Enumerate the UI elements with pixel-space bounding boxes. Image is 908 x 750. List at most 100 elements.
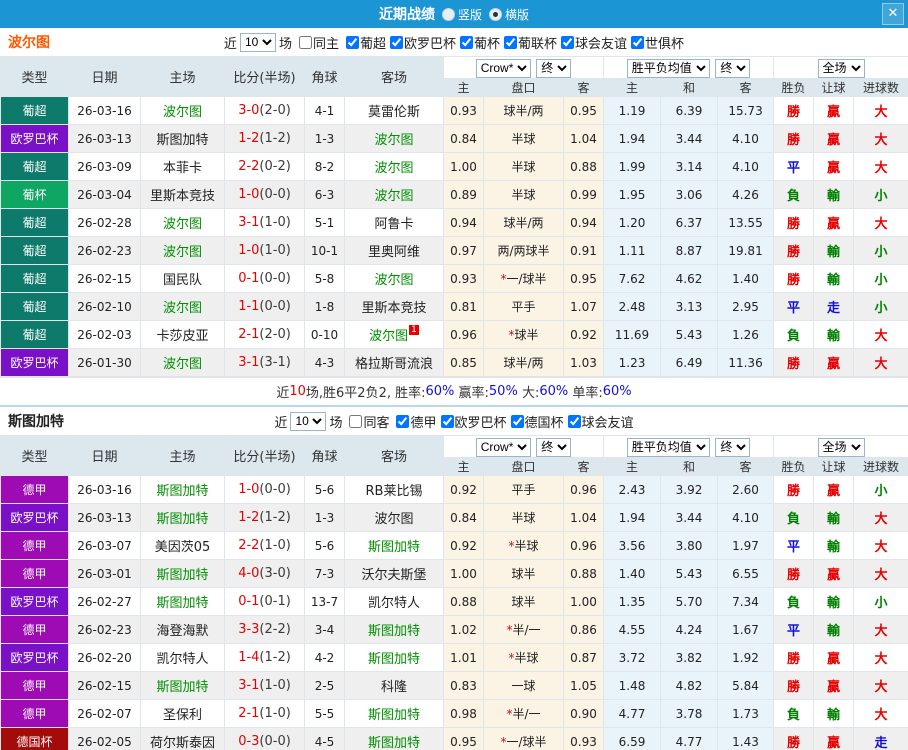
away-team: 斯图加特 [344,615,444,644]
corners: 5-8 [304,264,345,293]
avg-home: 1.48 [603,671,662,700]
odds-stage-select[interactable]: 终 [536,58,572,78]
result-handicap: 贏 [813,643,855,672]
result-goals: 大 [853,503,908,532]
avg-home: 1.94 [603,124,662,153]
handicap: 球半 [483,559,564,588]
col-header-handicap-result: 让球 [813,457,855,476]
league-checkbox[interactable] [567,414,581,428]
handicap-star: * [508,539,515,553]
league-filter[interactable]: 葡联杯 [504,33,557,52]
handicap-star: * [500,272,507,286]
league-checkbox[interactable] [631,35,645,49]
same-venue-checkbox[interactable] [349,414,363,428]
col-header-date: 日期 [68,435,141,476]
handicap-star: * [506,623,513,637]
close-button[interactable]: ✕ [882,3,904,25]
close-icon: ✕ [887,6,899,21]
radio-unchecked-icon [441,7,455,21]
col-header-odds-home: 主 [443,457,484,476]
home-odds: 0.96 [443,320,484,349]
result-goals: 大 [853,671,908,700]
result-wdl: 勝 [773,727,815,750]
avg-away: 4.10 [717,152,775,181]
team-name-porto: 波尔图 [8,35,50,51]
result-handicap: 輸 [813,615,855,644]
league-filter[interactable]: 葡超 [345,33,386,52]
league-checkbox[interactable] [389,35,403,49]
summary-segment: 近 [276,386,290,401]
odds-stage-select[interactable]: 终 [536,437,572,457]
avg-draw: 4.24 [660,615,719,644]
match-row: 德国杯 26-02-05 荷尔斯泰因 0-3(0-0) 4-5 斯图加特 0.95 *一/球半… [0,727,908,750]
league-badge: 葡超 [0,236,69,265]
bookmaker-select[interactable]: Crow* [475,437,531,457]
avg-stage-select[interactable]: 终 [715,437,751,457]
away-odds: 1.03 [562,348,605,377]
league-checkbox[interactable] [504,35,518,49]
league-filter[interactable]: 葡杯 [460,33,500,52]
league-checkbox[interactable] [561,35,575,49]
red-card-badge: 1 [409,325,419,335]
games-label: 场 [278,36,292,52]
scope-select[interactable]: 全场 [817,437,865,457]
col-header-result: 胜负 [773,457,815,476]
league-checkbox[interactable] [510,414,524,428]
result-goals: 小 [853,292,908,321]
away-team: 斯图加特 [344,699,444,728]
avg-type-select[interactable]: 胜平负均值 [626,58,710,78]
league-filter[interactable]: 德甲 [396,412,437,431]
away-team: 波尔图 [344,264,444,293]
league-badge: 德甲 [0,615,69,644]
match-row: 欧罗巴杯 26-02-20 凯尔特人 1-4(1-2) 4-2 斯图加特 1.01 *半球 0.… [0,643,908,672]
same-venue-filter[interactable]: 同客 [349,412,389,431]
league-filter[interactable]: 球会友谊 [567,412,634,431]
same-venue-checkbox[interactable] [298,35,312,49]
col-header-avg-home: 主 [603,78,662,97]
league-filter-group: 德甲 欧罗巴杯 德国杯 球会友谊 [392,412,634,431]
league-filter[interactable]: 球会友谊 [561,33,627,52]
home-team: 斯图加特 [140,559,225,588]
result-goals: 大 [853,152,908,181]
away-team: 波尔图 1 [344,320,444,349]
league-filter[interactable]: 欧罗巴杯 [440,412,507,431]
league-filter[interactable]: 德国杯 [510,412,564,431]
league-checkbox[interactable] [345,35,359,49]
avg-home: 4.55 [603,615,662,644]
handicap-star: * [508,651,515,665]
match-row: 欧罗巴杯 26-03-13 斯图加特 1-2(1-2) 1-3 波尔图 0.84 半球 1.04… [0,124,908,153]
match-date: 26-02-28 [68,208,141,237]
league-checkbox[interactable] [440,414,454,428]
layout-radio-vertical[interactable]: 竖版 [441,6,482,23]
match-count-select[interactable]: 10 [290,411,327,431]
same-venue-filter[interactable]: 同主 [298,33,339,52]
corners: 5-6 [304,531,345,560]
match-date: 26-03-01 [68,559,141,588]
handicap: 半球 [483,124,564,153]
result-handicap: 輸 [813,236,855,265]
avg-type-select[interactable]: 胜平负均值 [626,437,710,457]
away-team: 沃尔夫斯堡 [344,559,444,588]
result-goals: 大 [853,208,908,237]
away-team: 斯图加特 [344,727,444,750]
league-filter[interactable]: 世俱杯 [631,33,684,52]
match-date: 26-02-20 [68,643,141,672]
match-count-select[interactable]: 10 [239,32,276,52]
result-goals: 大 [853,320,908,349]
result-handicap: 贏 [813,152,855,181]
away-odds: 1.04 [562,124,605,153]
section-stuttgart: 斯图加特 近 10 场 同客 德甲 欧罗巴杯 德国杯 球会友谊 类型 日期 主场… [0,405,908,750]
league-checkbox[interactable] [460,35,473,49]
avg-select-cell: 胜平负均值 终 [603,56,775,79]
bookmaker-select[interactable]: Crow* [475,58,531,78]
avg-away: 1.40 [717,264,775,293]
score: 2-2(1-0) [224,531,305,560]
away-odds: 0.93 [562,727,605,750]
match-date: 26-03-16 [68,96,141,125]
avg-stage-select[interactable]: 终 [715,58,751,78]
layout-radio-horizontal[interactable]: 横版 [489,6,529,23]
scope-select[interactable]: 全场 [817,58,865,78]
league-filter[interactable]: 欧罗巴杯 [389,33,456,52]
away-odds: 0.99 [562,180,605,209]
league-checkbox[interactable] [396,414,410,428]
